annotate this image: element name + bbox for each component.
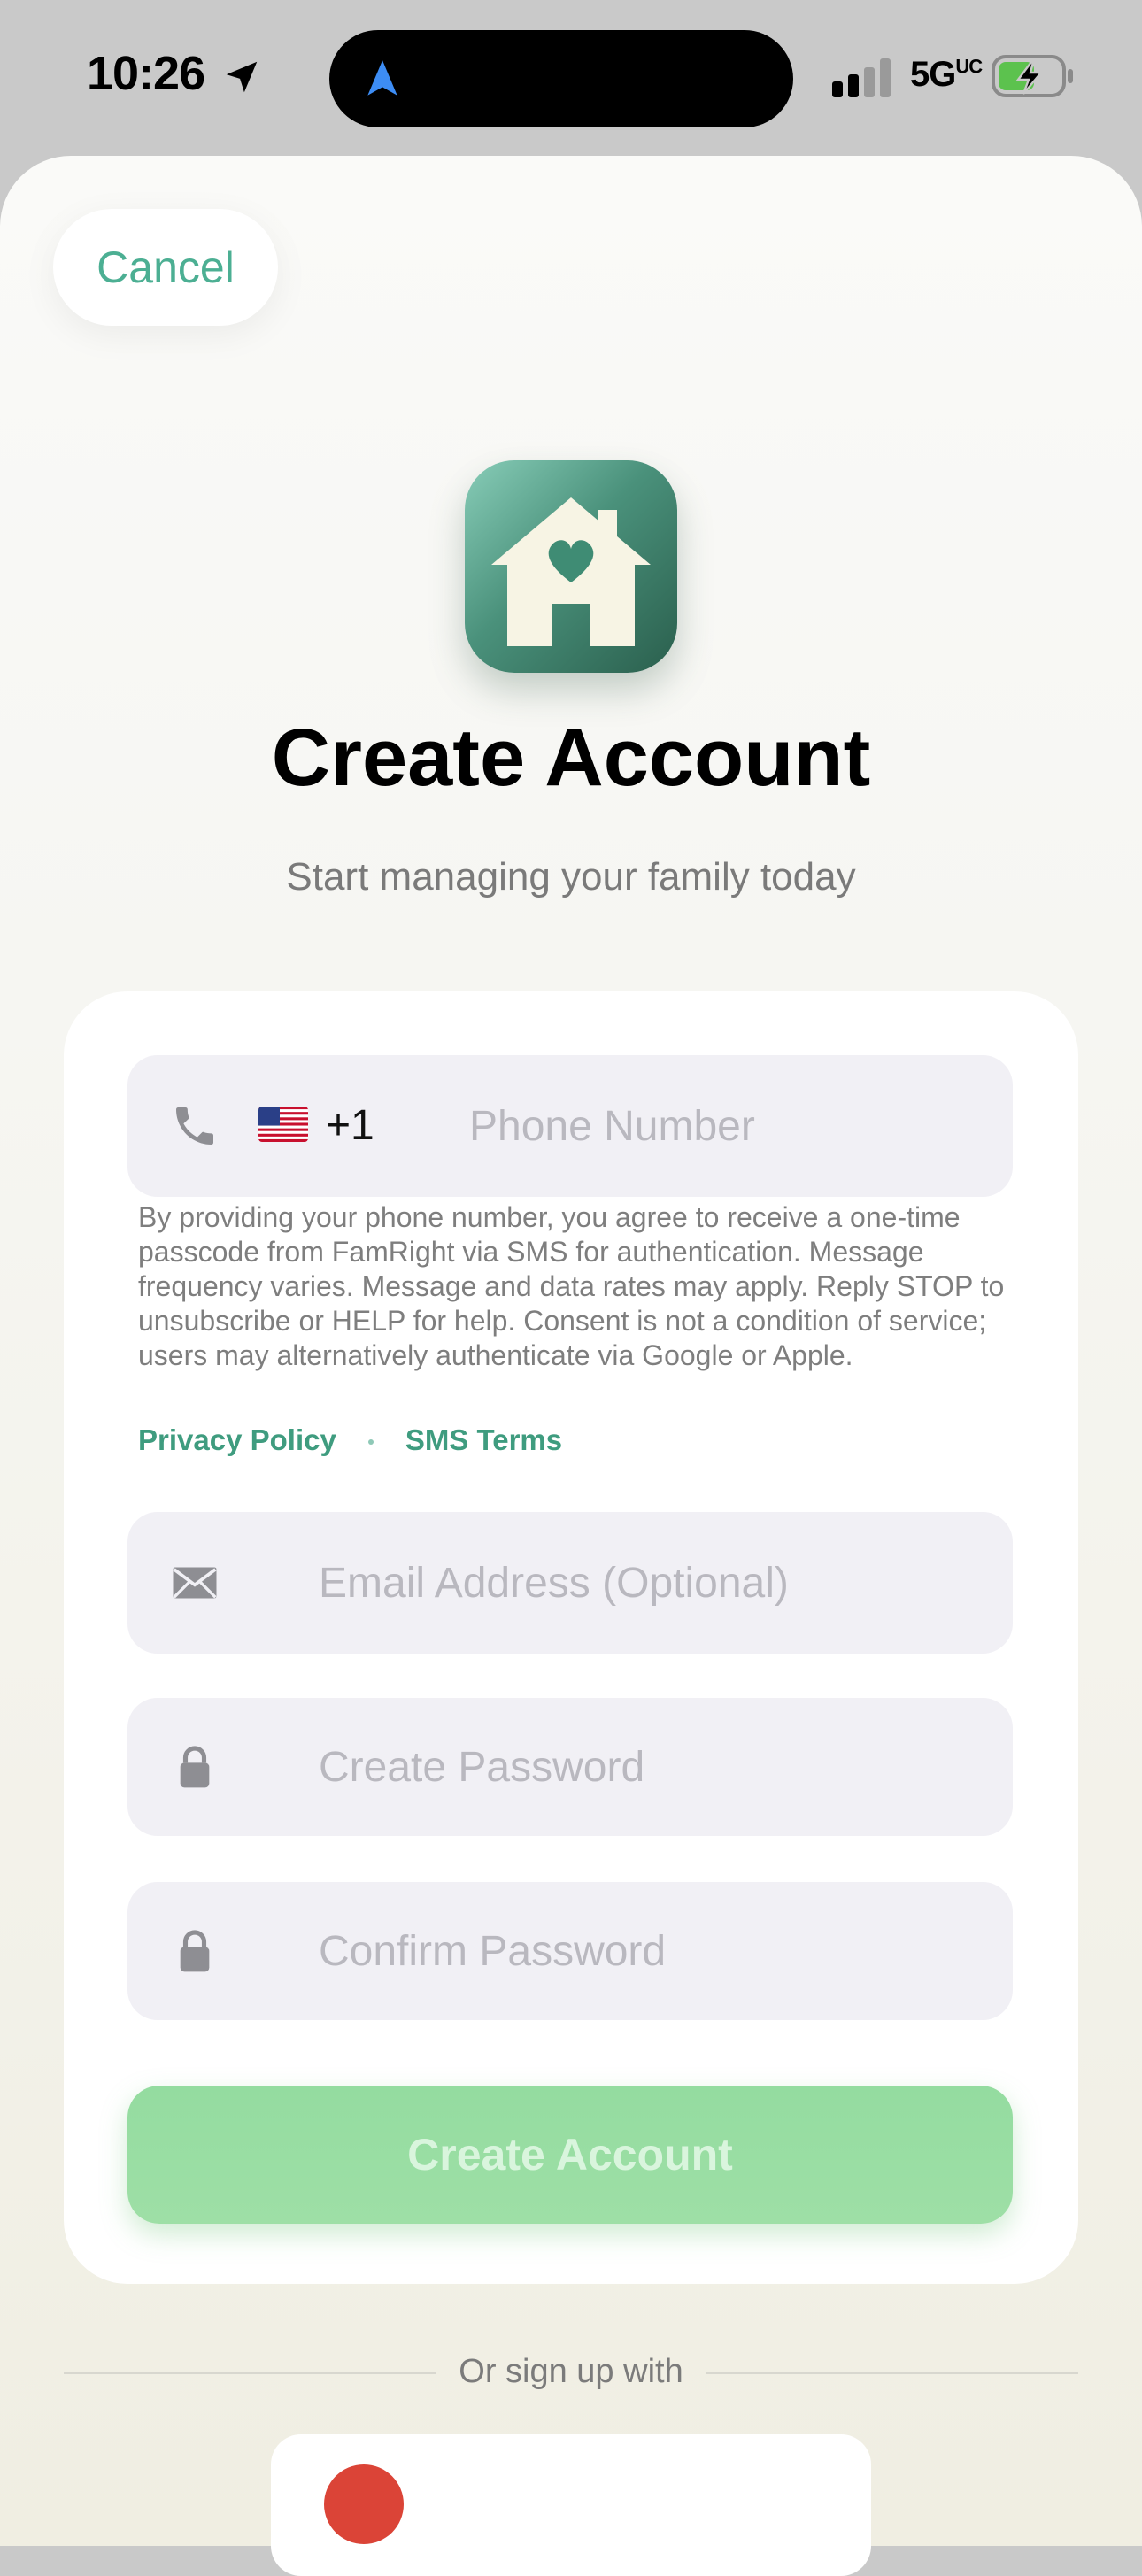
lock-icon bbox=[180, 1930, 210, 1972]
country-code[interactable]: +1 bbox=[326, 1101, 374, 1150]
sms-terms-link[interactable]: SMS Terms bbox=[405, 1423, 562, 1456]
signup-form-card: +1 By providing your phone number, you a… bbox=[64, 991, 1078, 2284]
status-time: 10:26 bbox=[87, 47, 205, 100]
location-arrow-icon bbox=[226, 61, 258, 93]
divider-line-right bbox=[706, 2372, 1078, 2374]
status-bar: 10:26 5GUC bbox=[0, 0, 1142, 156]
lock-icon bbox=[180, 1746, 210, 1788]
password-field[interactable] bbox=[127, 1698, 1013, 1836]
house-heart-glyph bbox=[491, 497, 651, 646]
link-separator-dot bbox=[367, 1439, 374, 1446]
phone-number-field[interactable]: +1 bbox=[127, 1055, 1013, 1197]
phone-number-input[interactable] bbox=[469, 1055, 992, 1197]
cellular-signal-icon bbox=[832, 58, 891, 97]
us-flag-icon[interactable] bbox=[258, 1107, 308, 1142]
dynamic-island bbox=[329, 30, 793, 127]
password-input[interactable] bbox=[319, 1698, 992, 1836]
network-type-label: 5GUC bbox=[910, 55, 983, 94]
phone-icon bbox=[176, 1107, 213, 1145]
battery-charging-icon bbox=[992, 55, 1073, 97]
page-subtitle: Start managing your family today bbox=[286, 855, 856, 899]
privacy-policy-link[interactable]: Privacy Policy bbox=[138, 1423, 336, 1456]
social-signup-divider: Or sign up with bbox=[64, 2346, 1078, 2399]
email-input[interactable] bbox=[319, 1512, 992, 1654]
house-heart-icon bbox=[465, 460, 677, 673]
legal-links: Privacy Policy SMS Terms bbox=[138, 1423, 562, 1457]
confirm-password-input[interactable] bbox=[319, 1882, 992, 2020]
create-account-button[interactable]: Create Account bbox=[127, 2086, 1013, 2224]
email-field[interactable] bbox=[127, 1512, 1013, 1654]
confirm-password-field[interactable] bbox=[127, 1882, 1013, 2020]
sms-consent-text: By providing your phone number, you agre… bbox=[138, 1201, 1005, 1371]
google-icon bbox=[324, 2464, 404, 2544]
google-signup-button[interactable] bbox=[271, 2434, 871, 2576]
cancel-button[interactable]: Cancel bbox=[53, 209, 278, 326]
navigation-arrow-icon bbox=[367, 60, 397, 96]
page-title: Create Account bbox=[271, 713, 871, 803]
envelope-icon bbox=[173, 1567, 217, 1599]
